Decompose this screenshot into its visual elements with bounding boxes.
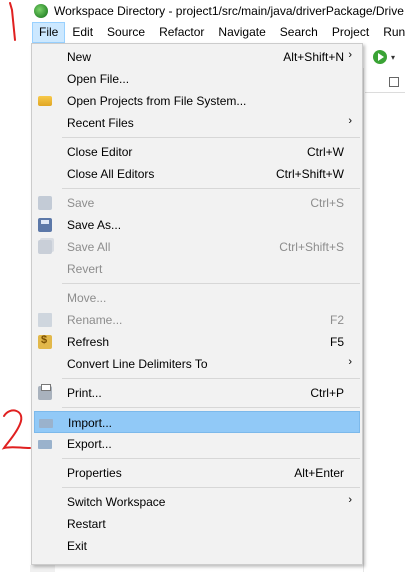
menu-item-revert-label: Revert [67, 262, 103, 276]
menu-item-close-editor-shortcut: Ctrl+W [307, 145, 344, 159]
left-panel-edge [30, 565, 55, 572]
menu-item-close-all-editors-label: Close All Editors [67, 167, 155, 181]
menu-item-close-editor[interactable]: Close Editor Ctrl+W [34, 141, 360, 163]
menu-item-properties[interactable]: Properties Alt+Enter [34, 462, 360, 484]
menu-item-save-all-shortcut: Ctrl+Shift+S [279, 240, 344, 254]
menu-item-import[interactable]: Import... [34, 411, 360, 433]
menu-item-refresh[interactable]: Refresh F5 [34, 331, 360, 353]
menu-item-properties-shortcut: Alt+Enter [294, 466, 344, 480]
menu-item-save-as-label: Save As... [67, 218, 122, 232]
menu-item-close-all-editors-shortcut: Ctrl+Shift+W [275, 167, 344, 181]
menu-item-rename[interactable]: Rename... F2 [34, 309, 360, 331]
menu-separator [62, 378, 360, 379]
menu-item-restart-label: Restart [67, 517, 106, 531]
run-dropdown-arrow-icon[interactable]: ▾ [391, 53, 395, 62]
menu-item-open-projects-label: Open Projects from File System... [67, 94, 247, 108]
run-icon[interactable] [373, 50, 387, 64]
menu-item-new-shortcut: Alt+Shift+N [283, 50, 344, 64]
menu-item-recent-files[interactable]: Recent Files › [34, 112, 360, 134]
folder-icon [38, 96, 52, 106]
menu-item-exit-label: Exit [67, 539, 88, 553]
editor-divider [363, 68, 364, 572]
menu-edit[interactable]: Edit [65, 22, 100, 43]
annotation-number-1 [9, 2, 16, 41]
menu-item-save-shortcut: Ctrl+S [310, 196, 344, 210]
menu-item-open-file[interactable]: Open File... [34, 68, 360, 90]
menu-item-recent-files-label: Recent Files [67, 116, 134, 130]
menu-item-properties-label: Properties [67, 466, 122, 480]
print-icon [38, 384, 52, 400]
save-all-icon [38, 240, 52, 254]
menu-item-save-all[interactable]: Save All Ctrl+Shift+S [34, 236, 360, 258]
menu-item-export[interactable]: Export... [34, 433, 360, 455]
submenu-arrow-icon: › [348, 494, 352, 506]
menu-separator [62, 188, 360, 189]
menu-separator [62, 487, 360, 488]
menu-bar: File Edit Source Refactor Navigate Searc… [0, 22, 405, 43]
menu-item-rename-shortcut: F2 [329, 313, 344, 327]
menu-item-move[interactable]: Move... [34, 287, 360, 309]
menu-separator [62, 407, 360, 408]
menu-item-save-label: Save [67, 196, 95, 210]
menu-item-restart[interactable]: Restart [34, 513, 360, 535]
menu-item-convert-line-delimiters-label: Convert Line Delimiters To [67, 357, 208, 371]
menu-run[interactable]: Run [376, 22, 405, 43]
menu-item-save[interactable]: Save Ctrl+S [34, 192, 360, 214]
file-menu-dropdown: New Alt+Shift+N › Open File... Open Proj… [31, 43, 363, 565]
menu-item-move-label: Move... [67, 291, 107, 305]
menu-item-convert-line-delimiters[interactable]: Convert Line Delimiters To › [34, 353, 360, 375]
menu-item-exit[interactable]: Exit [34, 535, 360, 557]
submenu-arrow-icon: › [348, 115, 352, 127]
menu-item-open-file-label: Open File... [67, 72, 130, 86]
menu-item-print-shortcut: Ctrl+P [310, 386, 344, 400]
menu-item-switch-workspace[interactable]: Switch Workspace › [34, 491, 360, 513]
menu-item-new[interactable]: New Alt+Shift+N › [34, 46, 360, 68]
export-icon [38, 440, 52, 449]
rename-icon [38, 313, 52, 327]
title-bar: Workspace Directory - project1/src/main/… [0, 0, 405, 22]
menu-item-export-label: Export... [67, 437, 112, 451]
menu-item-rename-label: Rename... [67, 313, 123, 327]
toolbar: ▾ [365, 46, 405, 68]
menu-item-save-as[interactable]: Save As... [34, 214, 360, 236]
menu-item-close-all-editors[interactable]: Close All Editors Ctrl+Shift+W [34, 163, 360, 185]
editor-area-header [365, 72, 405, 93]
restore-icon[interactable] [389, 77, 399, 87]
menu-project[interactable]: Project [325, 22, 376, 43]
menu-item-refresh-label: Refresh [67, 335, 110, 349]
window-title: Workspace Directory - project1/src/main/… [54, 4, 404, 18]
menu-item-revert[interactable]: Revert [34, 258, 360, 280]
save-icon [38, 196, 52, 210]
annotation-number-2 [1, 409, 31, 450]
menu-refactor[interactable]: Refactor [152, 22, 211, 43]
menu-separator [62, 283, 360, 284]
save-as-icon [38, 218, 52, 232]
menu-item-switch-workspace-label: Switch Workspace [67, 495, 166, 509]
submenu-arrow-icon: › [348, 49, 352, 61]
menu-item-print-label: Print... [67, 386, 102, 400]
menu-search[interactable]: Search [273, 22, 325, 43]
menu-separator [62, 458, 360, 459]
menu-item-open-projects[interactable]: Open Projects from File System... [34, 90, 360, 112]
menu-item-refresh-shortcut: F5 [329, 335, 344, 349]
menu-navigate[interactable]: Navigate [211, 22, 272, 43]
menu-source[interactable]: Source [100, 22, 152, 43]
menu-item-close-editor-label: Close Editor [67, 145, 133, 159]
menu-item-import-label: Import... [68, 416, 113, 430]
menu-file[interactable]: File [32, 22, 66, 43]
eclipse-app-icon [34, 4, 48, 18]
menu-item-save-all-label: Save All [67, 240, 111, 254]
menu-item-new-label: New [67, 50, 92, 64]
menu-separator [62, 137, 360, 138]
submenu-arrow-icon: › [348, 356, 352, 368]
menu-item-print[interactable]: Print... Ctrl+P [34, 382, 360, 404]
import-icon [39, 419, 53, 428]
refresh-icon [38, 334, 52, 349]
